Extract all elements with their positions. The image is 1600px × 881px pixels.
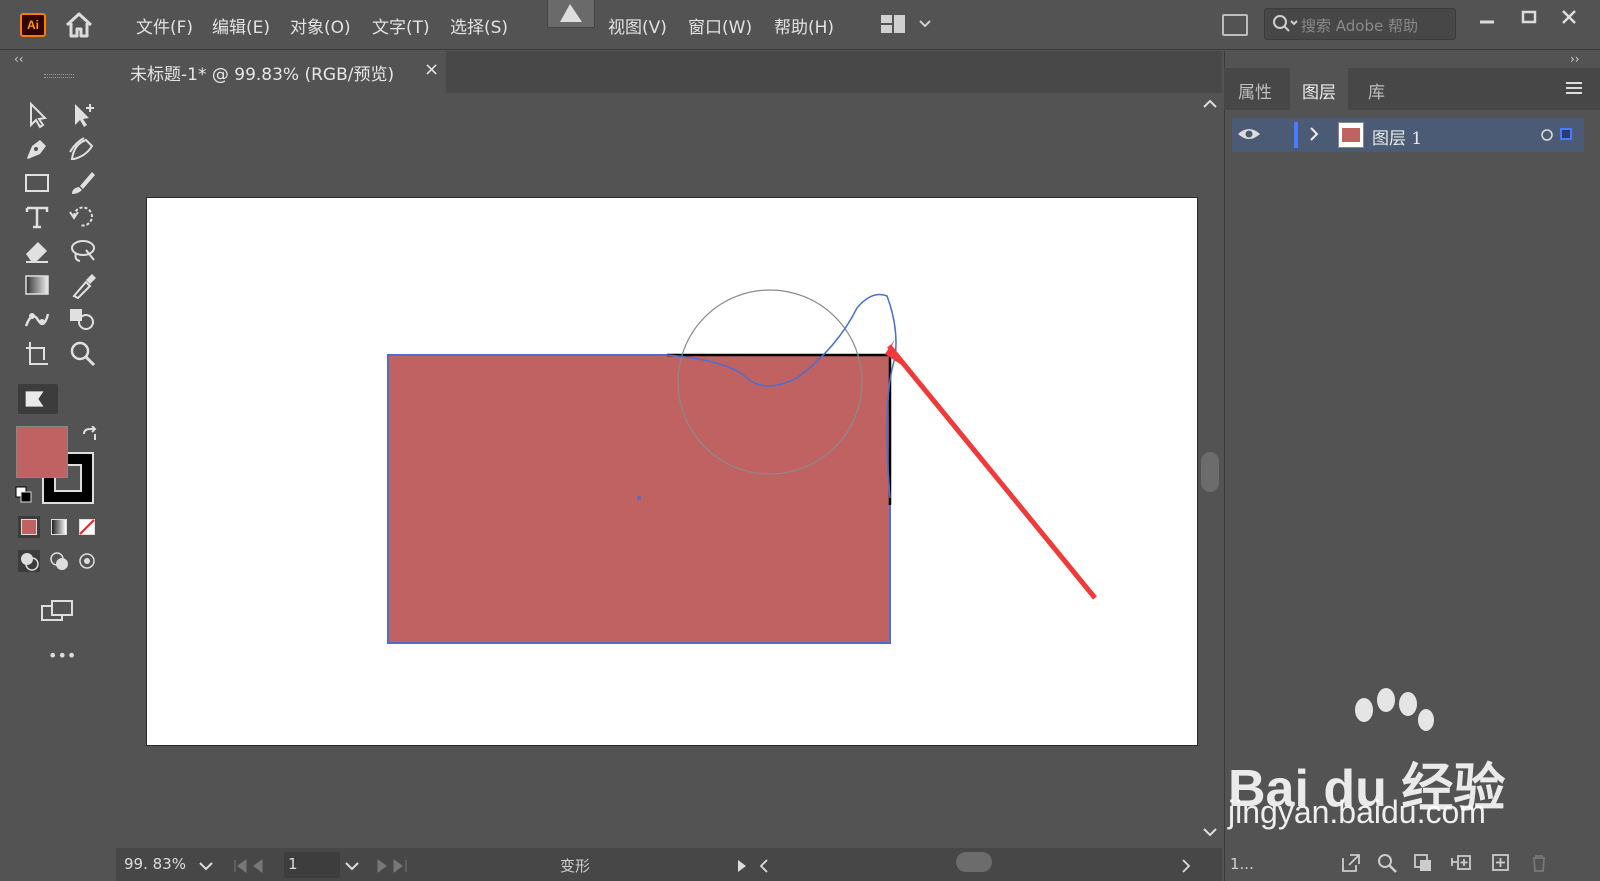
layer-color-indicator bbox=[1294, 122, 1298, 148]
expand-layer-icon[interactable] bbox=[1306, 124, 1322, 144]
minimize-icon[interactable] bbox=[1470, 6, 1504, 32]
scroll-left-icon[interactable] bbox=[756, 856, 772, 876]
delete-layer-icon[interactable] bbox=[1528, 852, 1550, 874]
zoom-icon[interactable] bbox=[66, 338, 100, 368]
color-mode-button[interactable] bbox=[18, 516, 40, 538]
lasso-icon[interactable] bbox=[66, 236, 100, 266]
gradient-mode-button[interactable] bbox=[48, 516, 70, 538]
zoom-level-field[interactable]: 99. 83% bbox=[122, 852, 190, 878]
eyedropper-icon[interactable] bbox=[66, 270, 100, 300]
baidu-jingyan-watermark: Bai du 经验 jingyan.baidu.com bbox=[1228, 688, 1528, 852]
locate-object-icon[interactable] bbox=[1376, 852, 1398, 874]
menu-edit[interactable]: 编辑(E) bbox=[212, 13, 270, 38]
home-icon[interactable] bbox=[62, 10, 96, 40]
rotate-icon[interactable] bbox=[66, 202, 100, 232]
tab-libraries[interactable]: 库 bbox=[1356, 68, 1397, 110]
panel-collapse-icon[interactable]: ›› bbox=[1570, 52, 1580, 66]
new-layer-icon[interactable] bbox=[1490, 852, 1512, 874]
eraser-icon[interactable] bbox=[20, 236, 54, 266]
document-tab[interactable]: 未标题-1* @ 99.83% (RGB/预览) × bbox=[116, 51, 446, 93]
draw-normal-icon[interactable] bbox=[18, 550, 40, 572]
menu-bar: Ai 文件(F) 编辑(E) 对象(O) 文字(T) 选择(S) 视图(V) 窗… bbox=[0, 0, 1600, 50]
toolbar-grip[interactable] bbox=[44, 74, 74, 78]
vertical-scroll-thumb[interactable] bbox=[1201, 452, 1219, 492]
layer-name[interactable]: 图层 1 bbox=[1372, 124, 1422, 149]
direct-selection-icon[interactable] bbox=[66, 100, 100, 130]
layer-thumbnail bbox=[1338, 122, 1364, 148]
menu-view[interactable]: 视图(V) bbox=[608, 13, 667, 38]
swap-colors-icon[interactable] bbox=[80, 425, 100, 446]
menu-file[interactable]: 文件(F) bbox=[136, 13, 193, 38]
menu-help[interactable]: 帮助(H) bbox=[774, 13, 834, 38]
shape-builder-icon[interactable] bbox=[66, 304, 100, 334]
more-tools-icon[interactable]: ••• bbox=[48, 646, 76, 665]
panel-menu-icon[interactable] bbox=[1566, 80, 1582, 94]
status-bar bbox=[116, 848, 1222, 881]
artboard-icon[interactable] bbox=[20, 338, 54, 368]
zoom-dropdown-icon[interactable] bbox=[196, 856, 216, 876]
watermark-url: jingyan.baidu.com bbox=[1228, 794, 1486, 830]
none-mode-button[interactable] bbox=[76, 516, 98, 538]
document-tab-title: 未标题-1* @ 99.83% (RGB/预览) bbox=[130, 65, 395, 85]
artboard-dropdown-icon[interactable] bbox=[342, 856, 362, 876]
center-point bbox=[637, 496, 641, 500]
horizontal-scroll-thumb[interactable] bbox=[956, 852, 992, 872]
next-last-artboard-icon[interactable] bbox=[372, 856, 416, 876]
toolbar-collapse-icon[interactable]: ‹‹ bbox=[14, 52, 24, 66]
app-logo: Ai bbox=[20, 13, 46, 37]
menu-type[interactable]: 文字(T) bbox=[372, 13, 430, 38]
first-prev-artboard-icon[interactable] bbox=[232, 856, 276, 876]
visibility-eye-icon[interactable] bbox=[1236, 124, 1262, 144]
layer-selection-indicator[interactable] bbox=[1560, 128, 1572, 140]
scroll-right-icon[interactable] bbox=[1178, 856, 1194, 876]
paintbrush-icon[interactable] bbox=[66, 168, 100, 198]
maximize-icon[interactable] bbox=[1512, 6, 1546, 32]
draw-inside-icon[interactable] bbox=[76, 550, 98, 572]
menu-dropdown-handle[interactable] bbox=[547, 0, 595, 28]
draw-behind-icon[interactable] bbox=[48, 550, 70, 572]
status-menu-icon[interactable] bbox=[734, 856, 750, 876]
menu-object[interactable]: 对象(O) bbox=[290, 13, 351, 38]
screen-mode-icon[interactable] bbox=[40, 598, 76, 624]
tab-layers[interactable]: 图层 bbox=[1290, 68, 1348, 110]
layer-target-icon[interactable] bbox=[1540, 127, 1554, 141]
collect-export-icon[interactable] bbox=[1340, 852, 1362, 874]
close-icon[interactable] bbox=[1552, 6, 1586, 32]
new-sublayer-icon[interactable] bbox=[1450, 852, 1472, 874]
type-icon[interactable] bbox=[20, 202, 54, 232]
menu-window[interactable]: 窗口(W) bbox=[688, 13, 752, 38]
puppet-warp-icon[interactable] bbox=[20, 304, 54, 334]
selection-icon[interactable] bbox=[20, 100, 54, 130]
layer-count: 1... bbox=[1230, 855, 1254, 873]
status-mode-label: 变形 bbox=[560, 857, 591, 875]
search-icon bbox=[1273, 15, 1298, 32]
tab-close-icon[interactable]: × bbox=[424, 59, 439, 80]
default-colors-icon[interactable] bbox=[15, 486, 35, 506]
workspace-switcher[interactable] bbox=[880, 12, 940, 38]
gradient-icon[interactable] bbox=[20, 270, 54, 300]
search-input[interactable]: 搜索 Adobe 帮助 bbox=[1264, 8, 1456, 40]
fill-swatch[interactable] bbox=[16, 426, 68, 478]
red-arrow-shaft bbox=[887, 344, 1097, 600]
panel-toggle-icon[interactable] bbox=[1222, 14, 1248, 36]
artboard-number-field[interactable]: 1 bbox=[284, 852, 340, 878]
pen-icon[interactable] bbox=[20, 134, 54, 164]
menu-select[interactable]: 选择(S) bbox=[450, 13, 508, 38]
clipping-mask-icon[interactable] bbox=[1412, 852, 1434, 874]
search-placeholder: 搜索 Adobe 帮助 bbox=[1301, 17, 1418, 35]
tab-properties[interactable]: 属性 bbox=[1226, 68, 1284, 110]
rectangle-icon[interactable] bbox=[20, 168, 54, 198]
curvature-icon[interactable] bbox=[66, 134, 100, 164]
artboard[interactable] bbox=[146, 197, 1198, 746]
draw-mode-icon[interactable] bbox=[18, 384, 58, 414]
